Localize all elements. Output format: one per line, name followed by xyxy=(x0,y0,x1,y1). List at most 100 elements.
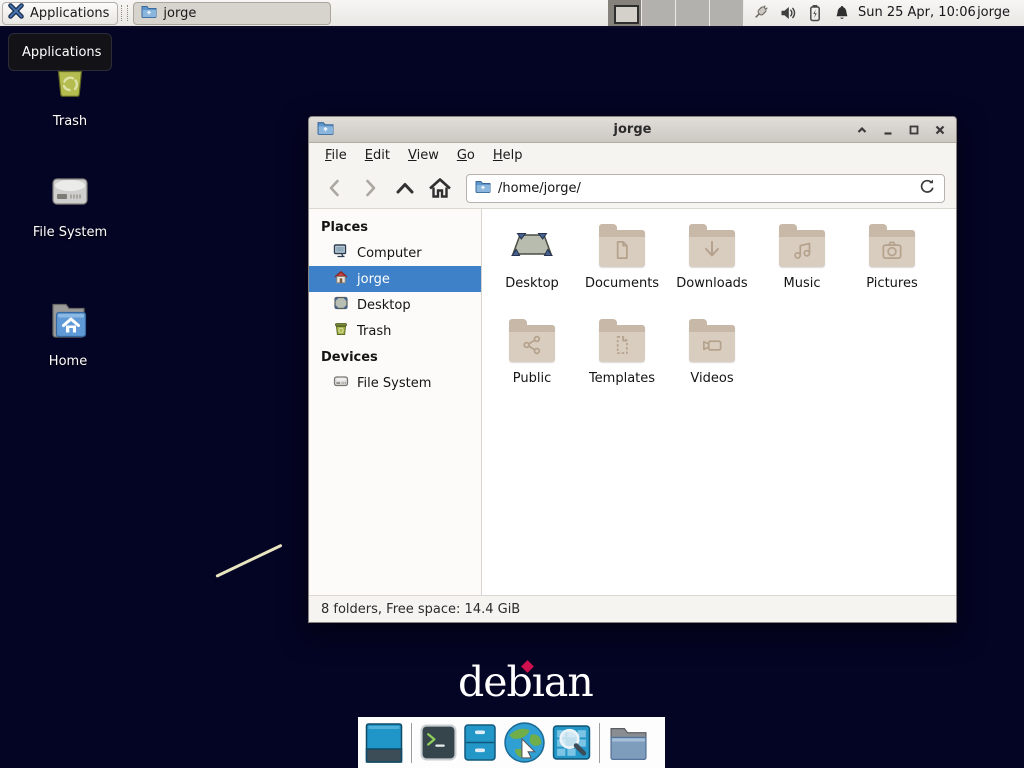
up-button[interactable] xyxy=(390,173,420,203)
desktop-icon-label: Home xyxy=(49,354,87,369)
hard-drive-icon xyxy=(46,167,94,219)
application-finder-button[interactable] xyxy=(552,723,591,762)
file-item-templates[interactable]: Templates xyxy=(577,316,667,411)
window-content: Places Computer xyxy=(309,209,956,595)
folder-icon xyxy=(141,5,157,22)
top-panel: Applications jorge xyxy=(0,0,1024,28)
file-manager-button[interactable] xyxy=(608,725,649,760)
tooltip-text: Applications xyxy=(22,45,101,60)
dock-separator xyxy=(599,723,600,763)
applications-menu-label: Applications xyxy=(30,6,109,21)
debian-logo: debıan xyxy=(458,658,593,706)
trash-icon xyxy=(333,321,349,341)
menu-bar: File Edit View Go Help xyxy=(309,143,956,168)
pictures-folder-icon xyxy=(869,230,915,267)
notifications-bell-icon[interactable] xyxy=(833,4,851,22)
sidebar-item-trash[interactable]: Trash xyxy=(309,318,481,344)
menu-file[interactable]: File xyxy=(316,145,356,166)
workspace-3[interactable] xyxy=(676,0,710,26)
close-button[interactable] xyxy=(932,122,948,138)
wallpaper-line-decoration xyxy=(215,544,282,578)
desktop-icon-label: Trash xyxy=(53,114,87,129)
panel-clock[interactable]: Sun 25 Apr, 10:06 xyxy=(858,0,976,26)
sidebar-item-desktop[interactable]: Desktop xyxy=(309,292,481,318)
videos-folder-icon xyxy=(689,325,735,362)
debian-logo-i: ı xyxy=(532,658,544,706)
show-desktop-button[interactable] xyxy=(365,722,403,764)
path-input[interactable]: /home/jorge/ xyxy=(498,181,912,196)
window-controls xyxy=(854,122,948,138)
path-folder-icon xyxy=(475,180,491,197)
file-item-label: Desktop xyxy=(505,276,559,291)
volume-icon[interactable] xyxy=(779,4,797,22)
shade-button[interactable] xyxy=(854,122,870,138)
documents-folder-icon xyxy=(599,230,645,267)
applications-menu-button[interactable]: Applications xyxy=(2,2,118,25)
status-text: 8 folders, Free space: 14.4 GiB xyxy=(321,602,520,617)
sidebar-item-jorge[interactable]: jorge xyxy=(309,266,481,292)
back-button[interactable] xyxy=(320,173,350,203)
sidebar-item-file-system[interactable]: File System xyxy=(309,370,481,396)
taskbar-window-label: jorge xyxy=(163,6,196,21)
panel-username[interactable]: jorge xyxy=(977,0,1010,26)
power-plug-icon[interactable] xyxy=(752,4,770,22)
sidebar-item-label: Computer xyxy=(357,246,422,261)
file-item-label: Public xyxy=(513,371,551,386)
places-header: Places xyxy=(309,214,481,240)
home-folder-icon xyxy=(44,296,92,348)
sidebar-item-label: jorge xyxy=(357,272,390,287)
path-bar[interactable]: /home/jorge/ xyxy=(466,174,945,203)
taskbar-window-button[interactable]: jorge xyxy=(133,2,331,25)
sidebar-item-label: Trash xyxy=(357,324,391,339)
sidebar-item-label: Desktop xyxy=(357,298,411,313)
minimize-button[interactable] xyxy=(880,122,896,138)
sidebar: Places Computer xyxy=(309,209,482,595)
battery-charging-icon[interactable] xyxy=(806,4,824,22)
desktop-icon-file-system[interactable]: File System xyxy=(24,167,116,240)
workspace-1[interactable] xyxy=(608,0,642,26)
menu-edit[interactable]: Edit xyxy=(356,145,399,166)
file-item-pictures[interactable]: Pictures xyxy=(847,221,937,316)
sidebar-item-label: File System xyxy=(357,376,431,391)
file-item-label: Videos xyxy=(690,371,733,386)
workspace-2[interactable] xyxy=(642,0,676,26)
file-item-downloads[interactable]: Downloads xyxy=(667,221,757,316)
home-button[interactable] xyxy=(425,173,455,203)
downloads-folder-icon xyxy=(689,230,735,267)
window-titlebar[interactable]: jorge xyxy=(309,117,956,143)
file-item-videos[interactable]: Videos xyxy=(667,316,757,411)
menu-go[interactable]: Go xyxy=(448,145,484,166)
forward-button[interactable] xyxy=(355,173,385,203)
computer-icon xyxy=(333,243,349,263)
workspace-4[interactable] xyxy=(710,0,744,26)
user-home-icon xyxy=(333,269,349,289)
desktop-icon-home[interactable]: Home xyxy=(22,296,114,369)
file-grid: Desktop Documents Downloads xyxy=(482,209,956,595)
desktop-icon-label: File System xyxy=(33,225,107,240)
panel-handle xyxy=(121,5,128,21)
file-item-label: Music xyxy=(784,276,821,291)
menu-help[interactable]: Help xyxy=(484,145,532,166)
status-bar: 8 folders, Free space: 14.4 GiB xyxy=(309,595,956,622)
file-item-music[interactable]: Music xyxy=(757,221,847,316)
bottom-dock xyxy=(358,717,665,768)
file-manager-window: jorge File Edit View Go Help xyxy=(308,116,957,623)
xfce-logo-icon xyxy=(7,2,25,24)
menu-view[interactable]: View xyxy=(399,145,448,166)
desktop-icon xyxy=(333,295,349,315)
sidebar-item-computer[interactable]: Computer xyxy=(309,240,481,266)
toolbar: /home/jorge/ xyxy=(309,168,956,209)
desktop-surface-icon xyxy=(508,221,556,269)
web-browser-button[interactable] xyxy=(503,721,546,764)
workspace-switcher xyxy=(608,0,744,26)
templates-folder-icon xyxy=(599,325,645,362)
file-item-desktop[interactable]: Desktop xyxy=(487,221,577,316)
file-item-public[interactable]: Public xyxy=(487,316,577,411)
maximize-button[interactable] xyxy=(906,122,922,138)
file-item-documents[interactable]: Documents xyxy=(577,221,667,316)
reload-icon[interactable] xyxy=(919,178,936,199)
file-item-label: Templates xyxy=(589,371,655,386)
file-cabinet-button[interactable] xyxy=(463,723,497,762)
terminal-button[interactable] xyxy=(420,724,457,761)
system-tray xyxy=(752,0,851,26)
